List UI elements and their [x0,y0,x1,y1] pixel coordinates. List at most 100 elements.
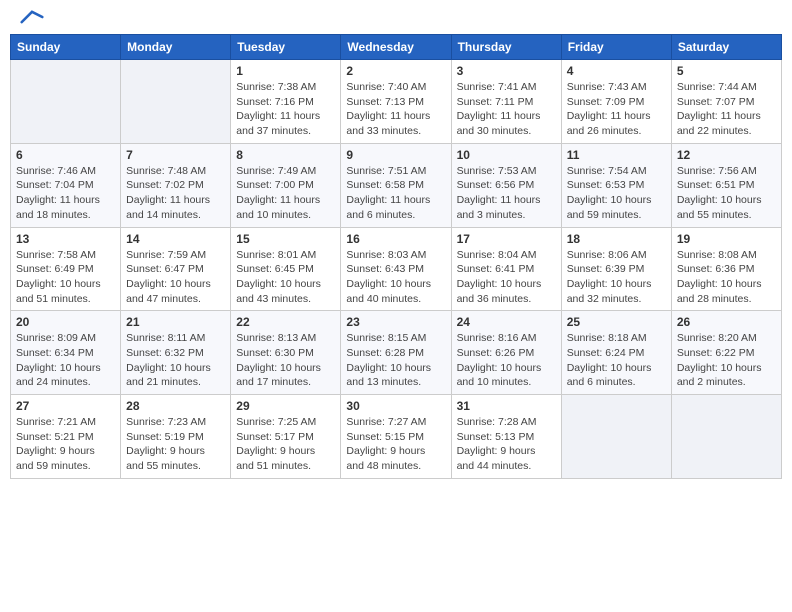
day-number: 27 [16,399,115,413]
calendar-cell: 13Sunrise: 7:58 AM Sunset: 6:49 PM Dayli… [11,227,121,311]
day-number: 5 [677,64,776,78]
day-number: 31 [457,399,556,413]
calendar-table: SundayMondayTuesdayWednesdayThursdayFrid… [10,34,782,479]
calendar-cell: 18 Sunrise: 8:06 AM Sunset: 6:39 PM Dayli… [561,227,671,311]
day-number: 28 [126,399,225,413]
weekday-header: Saturday [671,35,781,60]
calendar-cell: 30 Sunrise: 7:27 AM Sunset: 5:15 PM Dayli… [341,395,451,479]
day-number: 8 [236,148,335,162]
day-info: Sunrise: 7:58 AM Sunset: 6:49 PM Dayligh… [16,248,115,307]
day-number: 7 [126,148,225,162]
day-info: Sunrise: 7:49 AM Sunset: 7:00 PM Dayligh… [236,164,335,223]
day-number: 4 [567,64,666,78]
calendar-week-row: 20 Sunrise: 8:09 AM Sunset: 6:34 PM Dayli… [11,311,782,395]
calendar-cell: 19 Sunrise: 8:08 AM Sunset: 6:36 PM Dayli… [671,227,781,311]
day-info: Sunrise: 7:23 AM Sunset: 5:19 PM Dayligh… [126,415,225,474]
day-info: Sunrise: 8:04 AM Sunset: 6:41 PM Dayligh… [457,248,556,307]
calendar-cell: 3 Sunrise: 7:41 AM Sunset: 7:11 PM Daylig… [451,60,561,144]
day-number: 14 [126,232,225,246]
day-number: 21 [126,315,225,329]
weekday-header: Sunday [11,35,121,60]
day-number: 22 [236,315,335,329]
day-info: Sunrise: 7:46 AM Sunset: 7:04 PM Dayligh… [16,164,115,223]
day-number: 1 [236,64,335,78]
day-number: 10 [457,148,556,162]
calendar-cell: 20 Sunrise: 8:09 AM Sunset: 6:34 PM Dayli… [11,311,121,395]
day-info: Sunrise: 7:41 AM Sunset: 7:11 PM Dayligh… [457,80,556,139]
calendar-cell: 16 Sunrise: 8:03 AM Sunset: 6:43 PM Dayli… [341,227,451,311]
day-number: 26 [677,315,776,329]
calendar-cell: 10Sunrise: 7:53 AM Sunset: 6:56 PM Dayli… [451,143,561,227]
calendar-cell: 27 Sunrise: 7:21 AM Sunset: 5:21 PM Dayli… [11,395,121,479]
day-info: Sunrise: 8:15 AM Sunset: 6:28 PM Dayligh… [346,331,445,390]
day-info: Sunrise: 7:28 AM Sunset: 5:13 PM Dayligh… [457,415,556,474]
calendar-week-row: 13Sunrise: 7:58 AM Sunset: 6:49 PM Dayli… [11,227,782,311]
calendar-cell: 26 Sunrise: 8:20 AM Sunset: 6:22 PM Dayli… [671,311,781,395]
calendar-week-row: 27 Sunrise: 7:21 AM Sunset: 5:21 PM Dayli… [11,395,782,479]
day-info: Sunrise: 7:44 AM Sunset: 7:07 PM Dayligh… [677,80,776,139]
calendar-cell: 25 Sunrise: 8:18 AM Sunset: 6:24 PM Dayli… [561,311,671,395]
day-info: Sunrise: 8:16 AM Sunset: 6:26 PM Dayligh… [457,331,556,390]
day-number: 30 [346,399,445,413]
day-number: 25 [567,315,666,329]
calendar-cell: 11 Sunrise: 7:54 AM Sunset: 6:53 PM Dayli… [561,143,671,227]
logo [20,12,44,24]
day-info: Sunrise: 7:21 AM Sunset: 5:21 PM Dayligh… [16,415,115,474]
day-info: Sunrise: 7:25 AM Sunset: 5:17 PM Dayligh… [236,415,335,474]
page-header [0,0,792,28]
day-number: 29 [236,399,335,413]
calendar-cell: 8 Sunrise: 7:49 AM Sunset: 7:00 PM Daylig… [231,143,341,227]
weekday-header: Thursday [451,35,561,60]
day-info: Sunrise: 8:18 AM Sunset: 6:24 PM Dayligh… [567,331,666,390]
day-number: 20 [16,315,115,329]
day-number: 3 [457,64,556,78]
day-number: 9 [346,148,445,162]
calendar-cell: 22 Sunrise: 8:13 AM Sunset: 6:30 PM Dayli… [231,311,341,395]
day-info: Sunrise: 7:54 AM Sunset: 6:53 PM Dayligh… [567,164,666,223]
day-number: 17 [457,232,556,246]
day-number: 16 [346,232,445,246]
day-number: 11 [567,148,666,162]
calendar-cell: 15Sunrise: 8:01 AM Sunset: 6:45 PM Dayli… [231,227,341,311]
day-number: 19 [677,232,776,246]
calendar-week-row: 1 Sunrise: 7:38 AM Sunset: 7:16 PM Daylig… [11,60,782,144]
calendar-cell: 1 Sunrise: 7:38 AM Sunset: 7:16 PM Daylig… [231,60,341,144]
day-info: Sunrise: 7:59 AM Sunset: 6:47 PM Dayligh… [126,248,225,307]
day-number: 23 [346,315,445,329]
calendar-header-row: SundayMondayTuesdayWednesdayThursdayFrid… [11,35,782,60]
day-number: 15 [236,232,335,246]
calendar-cell: 29 Sunrise: 7:25 AM Sunset: 5:17 PM Dayli… [231,395,341,479]
day-info: Sunrise: 8:09 AM Sunset: 6:34 PM Dayligh… [16,331,115,390]
calendar-cell: 28 Sunrise: 7:23 AM Sunset: 5:19 PM Dayli… [121,395,231,479]
calendar-cell: 12Sunrise: 7:56 AM Sunset: 6:51 PM Dayli… [671,143,781,227]
logo-arrow-icon [20,10,44,24]
calendar-cell [11,60,121,144]
calendar-cell [671,395,781,479]
day-info: Sunrise: 8:08 AM Sunset: 6:36 PM Dayligh… [677,248,776,307]
calendar-week-row: 6Sunrise: 7:46 AM Sunset: 7:04 PM Daylig… [11,143,782,227]
day-info: Sunrise: 7:27 AM Sunset: 5:15 PM Dayligh… [346,415,445,474]
day-info: Sunrise: 7:56 AM Sunset: 6:51 PM Dayligh… [677,164,776,223]
calendar-cell: 7Sunrise: 7:48 AM Sunset: 7:02 PM Daylig… [121,143,231,227]
day-number: 18 [567,232,666,246]
calendar-cell: 14 Sunrise: 7:59 AM Sunset: 6:47 PM Dayli… [121,227,231,311]
day-number: 24 [457,315,556,329]
calendar-cell: 5 Sunrise: 7:44 AM Sunset: 7:07 PM Daylig… [671,60,781,144]
weekday-header: Friday [561,35,671,60]
calendar-cell: 6Sunrise: 7:46 AM Sunset: 7:04 PM Daylig… [11,143,121,227]
weekday-header: Monday [121,35,231,60]
day-info: Sunrise: 8:20 AM Sunset: 6:22 PM Dayligh… [677,331,776,390]
day-info: Sunrise: 7:51 AM Sunset: 6:58 PM Dayligh… [346,164,445,223]
calendar-cell: 17 Sunrise: 8:04 AM Sunset: 6:41 PM Dayli… [451,227,561,311]
day-info: Sunrise: 8:13 AM Sunset: 6:30 PM Dayligh… [236,331,335,390]
calendar-cell: 9 Sunrise: 7:51 AM Sunset: 6:58 PM Daylig… [341,143,451,227]
day-info: Sunrise: 7:38 AM Sunset: 7:16 PM Dayligh… [236,80,335,139]
day-info: Sunrise: 8:03 AM Sunset: 6:43 PM Dayligh… [346,248,445,307]
day-info: Sunrise: 8:06 AM Sunset: 6:39 PM Dayligh… [567,248,666,307]
day-number: 2 [346,64,445,78]
calendar-cell: 23 Sunrise: 8:15 AM Sunset: 6:28 PM Dayli… [341,311,451,395]
calendar-cell: 21Sunrise: 8:11 AM Sunset: 6:32 PM Dayli… [121,311,231,395]
calendar-cell [121,60,231,144]
day-info: Sunrise: 7:40 AM Sunset: 7:13 PM Dayligh… [346,80,445,139]
calendar-cell: 31 Sunrise: 7:28 AM Sunset: 5:13 PM Dayli… [451,395,561,479]
